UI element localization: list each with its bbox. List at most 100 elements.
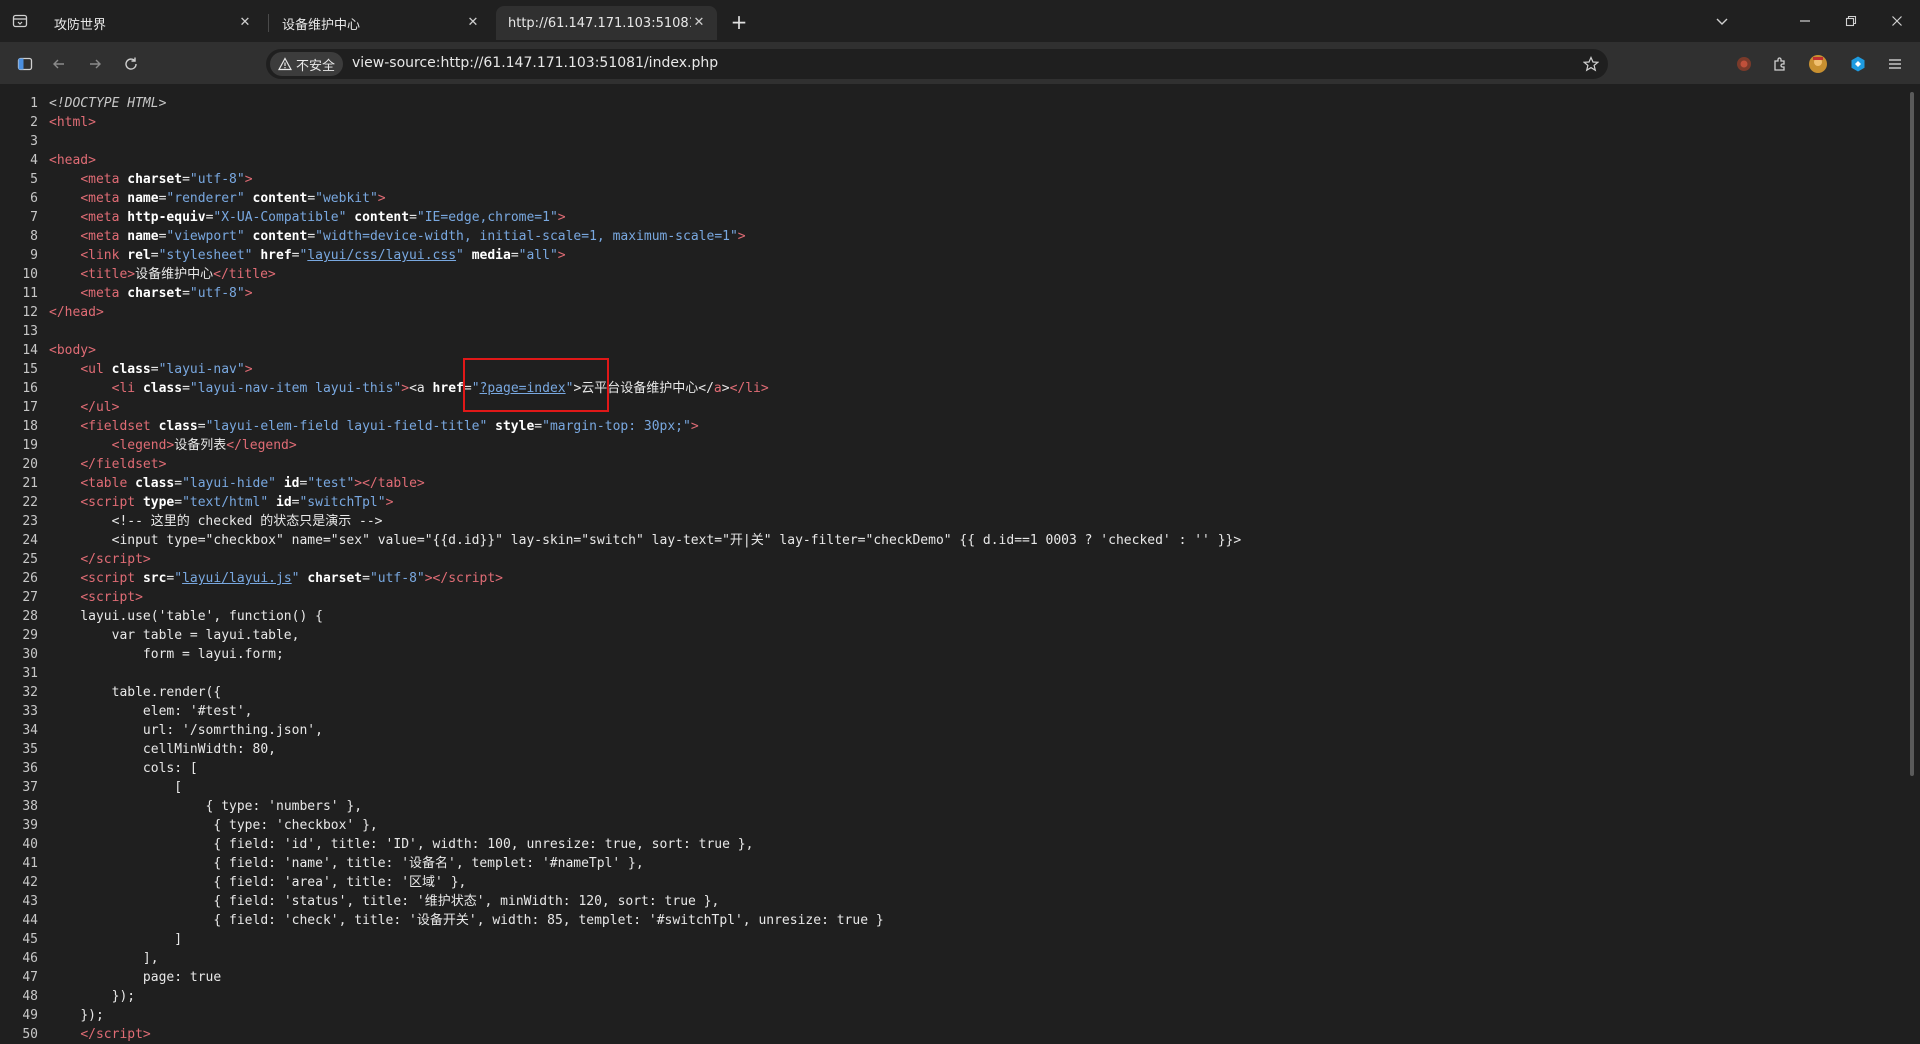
source-line: 1 <!DOCTYPE HTML> [0, 94, 1910, 113]
line-source: }); [80, 1008, 104, 1023]
source-line: 2 <html> [0, 113, 1910, 132]
line-number: 46 [22, 951, 38, 966]
line-source: [ [174, 780, 183, 795]
line-number: 9 [30, 248, 38, 263]
line-number: 44 [22, 913, 38, 928]
plus-icon[interactable]: + [728, 12, 750, 34]
line-number: 14 [22, 343, 38, 358]
line-number: 42 [22, 875, 38, 890]
source-line: 22 <script type="text/html" id="switchTp… [0, 493, 1910, 512]
line-source: <ul class="layui-nav"> [80, 362, 253, 377]
source-line: 30 form = layui.form; [0, 645, 1910, 664]
reload-icon[interactable] [118, 51, 144, 77]
menu-icon[interactable] [1882, 51, 1908, 77]
line-number: 5 [30, 172, 38, 187]
line-source: <li class="layui-nav-item layui-this"><a… [111, 381, 769, 396]
source-line: 28 layui.use('table', function() { [0, 607, 1910, 626]
source-line: 45 ] [0, 930, 1910, 949]
source-line: 9 <link rel="stylesheet" href="layui/css… [0, 246, 1910, 265]
close-icon[interactable]: ✕ [237, 15, 253, 31]
line-number: 47 [22, 970, 38, 985]
tab-device-center[interactable]: 设备维护中心 ✕ [270, 6, 491, 40]
line-number: 12 [22, 305, 38, 320]
line-number: 26 [22, 571, 38, 586]
close-window-icon[interactable] [1882, 8, 1912, 34]
line-number: 22 [22, 495, 38, 510]
source-link[interactable]: layui/layui.js [182, 571, 292, 586]
line-source: cols: [ [142, 761, 198, 776]
line-number: 6 [30, 191, 38, 206]
source-line: 4 <head> [0, 151, 1910, 170]
url-text[interactable]: view-source:http://61.147.171.103:51081/… [352, 55, 718, 71]
line-source: var table = layui.table, [111, 628, 300, 643]
source-line: 15 <ul class="layui-nav"> [0, 360, 1910, 379]
security-chip[interactable]: 不安全 [270, 52, 344, 76]
source-line: 37 [ [0, 778, 1910, 797]
source-line: 11 <meta charset="utf-8"> [0, 284, 1910, 303]
tab-view-source[interactable]: http://61.147.171.103:51081/index.php ✕ [496, 6, 717, 40]
line-number: 11 [22, 286, 38, 301]
puzzle-icon[interactable] [1767, 51, 1793, 77]
line-number: 19 [22, 438, 38, 453]
tab-actions-icon[interactable] [8, 9, 32, 33]
source-line: 26 <script src="layui/layui.js" charset=… [0, 569, 1910, 588]
source-line: 24 <input type="checkbox" name="sex" val… [0, 531, 1910, 550]
chevron-down-icon[interactable] [1707, 8, 1737, 34]
minimize-icon[interactable] [1790, 8, 1820, 34]
source-line: 46 ], [0, 949, 1910, 968]
close-icon[interactable]: ✕ [691, 15, 707, 31]
source-link[interactable]: layui/css/layui.css [307, 248, 456, 263]
line-number: 23 [22, 514, 38, 529]
source-line: 21 <table class="layui-hide" id="test"><… [0, 474, 1910, 493]
line-number: 35 [22, 742, 38, 757]
line-number: 20 [22, 457, 38, 472]
line-number: 34 [22, 723, 38, 738]
line-source: <meta name="viewport" content="width=dev… [80, 229, 746, 244]
line-source: <script> [80, 590, 143, 605]
source-line: 39 { type: 'checkbox' }, [0, 816, 1910, 835]
line-source: <fieldset class="layui-elem-field layui-… [80, 419, 699, 434]
source-line: 13 [0, 322, 1910, 341]
line-source: <!DOCTYPE HTML> [49, 96, 167, 111]
line-source: { field: 'id', title: 'ID', width: 100, … [213, 837, 754, 852]
source-code: 1 <!DOCTYPE HTML> 2 <html> 3 4 <head> 5 <meta c… [0, 94, 1910, 1044]
line-source: { field: 'area', title: '区域' }, [213, 875, 467, 890]
source-line: 32 table.render({ [0, 683, 1910, 702]
line-source: <meta http-equiv="X-UA-Compatible" conte… [80, 210, 566, 225]
line-source: <table class="layui-hide" id="test"></ta… [80, 476, 425, 491]
profile-icon[interactable] [1805, 51, 1831, 77]
tab-gongfang[interactable]: 攻防世界 ✕ [42, 6, 263, 40]
extension-icon[interactable] [1845, 51, 1871, 77]
line-number: 16 [22, 381, 38, 396]
scrollbar[interactable] [1910, 92, 1914, 776]
line-number: 41 [22, 856, 38, 871]
forward-icon[interactable] [82, 51, 108, 77]
extension-icon[interactable] [1731, 51, 1757, 77]
restore-icon[interactable] [1836, 8, 1866, 34]
line-source: form = layui.form; [142, 647, 284, 662]
line-source: </ul> [80, 400, 120, 415]
source-line: 48 }); [0, 987, 1910, 1006]
close-icon[interactable]: ✕ [465, 15, 481, 31]
line-number: 7 [30, 210, 38, 225]
sidebar-icon[interactable] [12, 51, 38, 77]
line-number: 33 [22, 704, 38, 719]
source-line: 41 { field: 'name', title: '设备名', temple… [0, 854, 1910, 873]
source-line: 18 <fieldset class="layui-elem-field lay… [0, 417, 1910, 436]
tab-separator [268, 14, 269, 32]
line-number: 38 [22, 799, 38, 814]
line-number: 31 [22, 666, 38, 681]
tab-strip: 攻防世界 ✕ 设备维护中心 ✕ http://61.147.171.103:51… [0, 0, 1920, 42]
tab-title: 攻防世界 [54, 17, 107, 33]
line-source: { field: 'status', title: '维护状态', minWid… [213, 894, 720, 909]
source-line: 34 url: '/somrthing.json', [0, 721, 1910, 740]
source-line: 12 </head> [0, 303, 1910, 322]
source-line: 27 <script> [0, 588, 1910, 607]
line-number: 30 [22, 647, 38, 662]
tab-title: http://61.147.171.103:51081/index.php [508, 15, 691, 31]
star-icon[interactable] [1580, 53, 1602, 75]
back-icon[interactable] [46, 51, 72, 77]
line-number: 25 [22, 552, 38, 567]
line-source: }); [111, 989, 136, 1004]
source-line: 6 <meta name="renderer" content="webkit"… [0, 189, 1910, 208]
